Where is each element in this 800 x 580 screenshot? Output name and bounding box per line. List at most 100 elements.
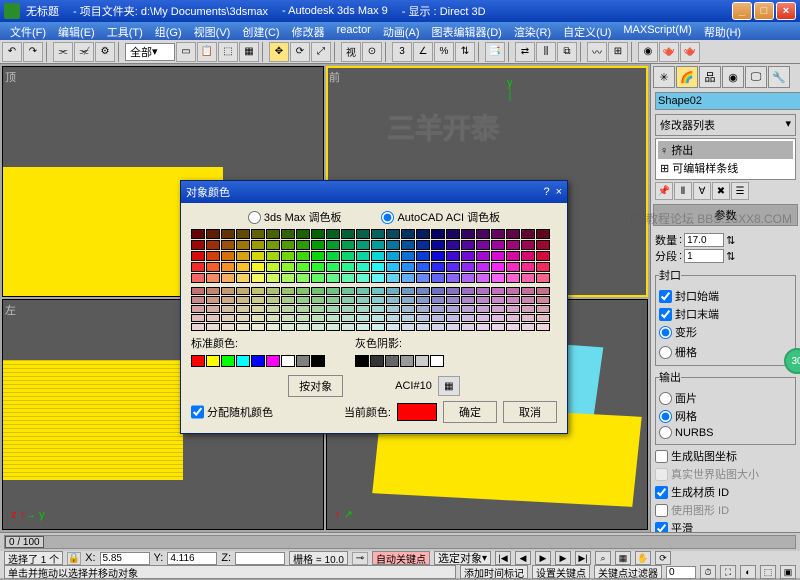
color-swatch[interactable] bbox=[266, 262, 280, 272]
color-swatch[interactable] bbox=[461, 262, 475, 272]
color-swatch[interactable] bbox=[326, 296, 340, 304]
radio-3dsmax-palette[interactable]: 3ds Max 调色板 bbox=[248, 209, 342, 225]
color-swatch[interactable] bbox=[281, 314, 295, 322]
cap-morph-radio[interactable] bbox=[659, 326, 672, 339]
cap-grid-radio[interactable] bbox=[659, 346, 672, 359]
color-swatch[interactable] bbox=[491, 323, 505, 331]
color-grid-saturated[interactable] bbox=[191, 229, 557, 283]
color-swatch[interactable] bbox=[461, 273, 475, 283]
color-swatch[interactable] bbox=[476, 287, 490, 295]
color-swatch[interactable] bbox=[416, 262, 430, 272]
cancel-button[interactable]: 取消 bbox=[503, 401, 557, 423]
basic-colors-row[interactable] bbox=[191, 355, 325, 367]
color-swatch[interactable] bbox=[371, 323, 385, 331]
assign-random-check[interactable]: 分配随机颜色 bbox=[191, 404, 273, 420]
color-swatch[interactable] bbox=[236, 262, 250, 272]
spinner-snap-button[interactable]: ⇅ bbox=[455, 42, 475, 62]
color-swatch[interactable] bbox=[221, 240, 235, 250]
color-swatch[interactable] bbox=[311, 251, 325, 261]
color-swatch[interactable] bbox=[521, 251, 535, 261]
unique-button[interactable]: ∀ bbox=[693, 182, 711, 200]
color-swatch[interactable] bbox=[236, 251, 250, 261]
color-swatch[interactable] bbox=[521, 262, 535, 272]
color-swatch[interactable] bbox=[431, 229, 445, 239]
quick-render-button[interactable]: 🫖 bbox=[680, 42, 700, 62]
select-name-button[interactable]: 📋 bbox=[197, 42, 217, 62]
color-swatch[interactable] bbox=[296, 323, 310, 331]
color-swatch[interactable] bbox=[446, 305, 460, 313]
color-swatch[interactable] bbox=[401, 323, 415, 331]
color-swatch[interactable] bbox=[536, 314, 550, 322]
color-swatch[interactable] bbox=[506, 296, 520, 304]
color-swatch[interactable] bbox=[251, 323, 265, 331]
color-swatch[interactable] bbox=[476, 323, 490, 331]
menu-edit[interactable]: 编辑(E) bbox=[52, 22, 101, 40]
color-swatch[interactable] bbox=[401, 296, 415, 304]
key-mode-button[interactable]: ⊸ bbox=[352, 552, 368, 565]
spinner-icon[interactable]: ⇅ bbox=[726, 234, 735, 247]
modify-tab[interactable]: 🌈 bbox=[676, 66, 698, 88]
color-swatch[interactable] bbox=[461, 323, 475, 331]
color-swatch[interactable] bbox=[341, 296, 355, 304]
selection-filter-combo[interactable]: 全部▾ bbox=[125, 43, 175, 61]
time-marker[interactable]: 0 / 100 bbox=[5, 536, 44, 548]
color-swatch[interactable] bbox=[341, 287, 355, 295]
color-swatch[interactable] bbox=[476, 240, 490, 250]
gen-matid-check[interactable] bbox=[655, 486, 668, 499]
color-swatch[interactable] bbox=[266, 314, 280, 322]
color-swatch[interactable] bbox=[506, 287, 520, 295]
color-swatch[interactable] bbox=[521, 305, 535, 313]
next-frame-button[interactable]: ▶ bbox=[555, 551, 571, 565]
scale-button[interactable]: ⤢ bbox=[311, 42, 331, 62]
color-swatch[interactable] bbox=[521, 287, 535, 295]
color-swatch[interactable] bbox=[266, 287, 280, 295]
color-swatch[interactable] bbox=[416, 229, 430, 239]
color-swatch[interactable] bbox=[221, 262, 235, 272]
color-swatch[interactable] bbox=[371, 314, 385, 322]
color-swatch[interactable] bbox=[221, 273, 235, 283]
color-swatch[interactable] bbox=[296, 229, 310, 239]
color-swatch[interactable] bbox=[266, 273, 280, 283]
region-zoom-button[interactable]: ⬚ bbox=[760, 565, 776, 579]
color-swatch[interactable] bbox=[206, 229, 220, 239]
rotate-button[interactable]: ⟳ bbox=[290, 42, 310, 62]
color-swatch[interactable] bbox=[506, 262, 520, 272]
color-swatch[interactable] bbox=[251, 287, 265, 295]
schematic-button[interactable]: ⊞ bbox=[608, 42, 628, 62]
color-swatch[interactable] bbox=[431, 251, 445, 261]
motion-tab[interactable]: ◉ bbox=[722, 66, 744, 88]
autokey-button[interactable]: 自动关键点 bbox=[372, 551, 430, 565]
color-swatch[interactable] bbox=[536, 240, 550, 250]
color-swatch[interactable] bbox=[191, 314, 205, 322]
color-swatch[interactable] bbox=[401, 273, 415, 283]
color-swatch[interactable] bbox=[206, 251, 220, 261]
dialog-close-icon[interactable]: × bbox=[556, 186, 562, 198]
color-swatch[interactable] bbox=[341, 251, 355, 261]
color-swatch[interactable] bbox=[371, 229, 385, 239]
color-swatch[interactable] bbox=[491, 262, 505, 272]
color-swatch[interactable] bbox=[326, 314, 340, 322]
basic-swatch[interactable] bbox=[266, 355, 280, 367]
object-name-input[interactable] bbox=[655, 92, 800, 110]
remove-mod-button[interactable]: ✖ bbox=[712, 182, 730, 200]
color-swatch[interactable] bbox=[341, 305, 355, 313]
render-scene-button[interactable]: 🫖 bbox=[659, 42, 679, 62]
color-swatch[interactable] bbox=[206, 296, 220, 304]
color-swatch[interactable] bbox=[386, 251, 400, 261]
color-swatch[interactable] bbox=[416, 251, 430, 261]
gray-shades-row[interactable] bbox=[355, 355, 444, 367]
coord-y-input[interactable] bbox=[167, 552, 217, 565]
color-swatch[interactable] bbox=[371, 240, 385, 250]
show-result-button[interactable]: Ⅱ bbox=[674, 182, 692, 200]
color-swatch[interactable] bbox=[266, 240, 280, 250]
color-swatch[interactable] bbox=[356, 296, 370, 304]
color-swatch[interactable] bbox=[536, 251, 550, 261]
layer-button[interactable]: ⧉ bbox=[557, 42, 577, 62]
color-swatch[interactable] bbox=[431, 323, 445, 331]
basic-swatch[interactable] bbox=[191, 355, 205, 367]
prev-frame-button[interactable]: ◀ bbox=[515, 551, 531, 565]
link-button[interactable]: ⫘ bbox=[53, 42, 73, 62]
color-swatch[interactable] bbox=[326, 305, 340, 313]
color-swatch[interactable] bbox=[281, 273, 295, 283]
color-swatch[interactable] bbox=[371, 287, 385, 295]
